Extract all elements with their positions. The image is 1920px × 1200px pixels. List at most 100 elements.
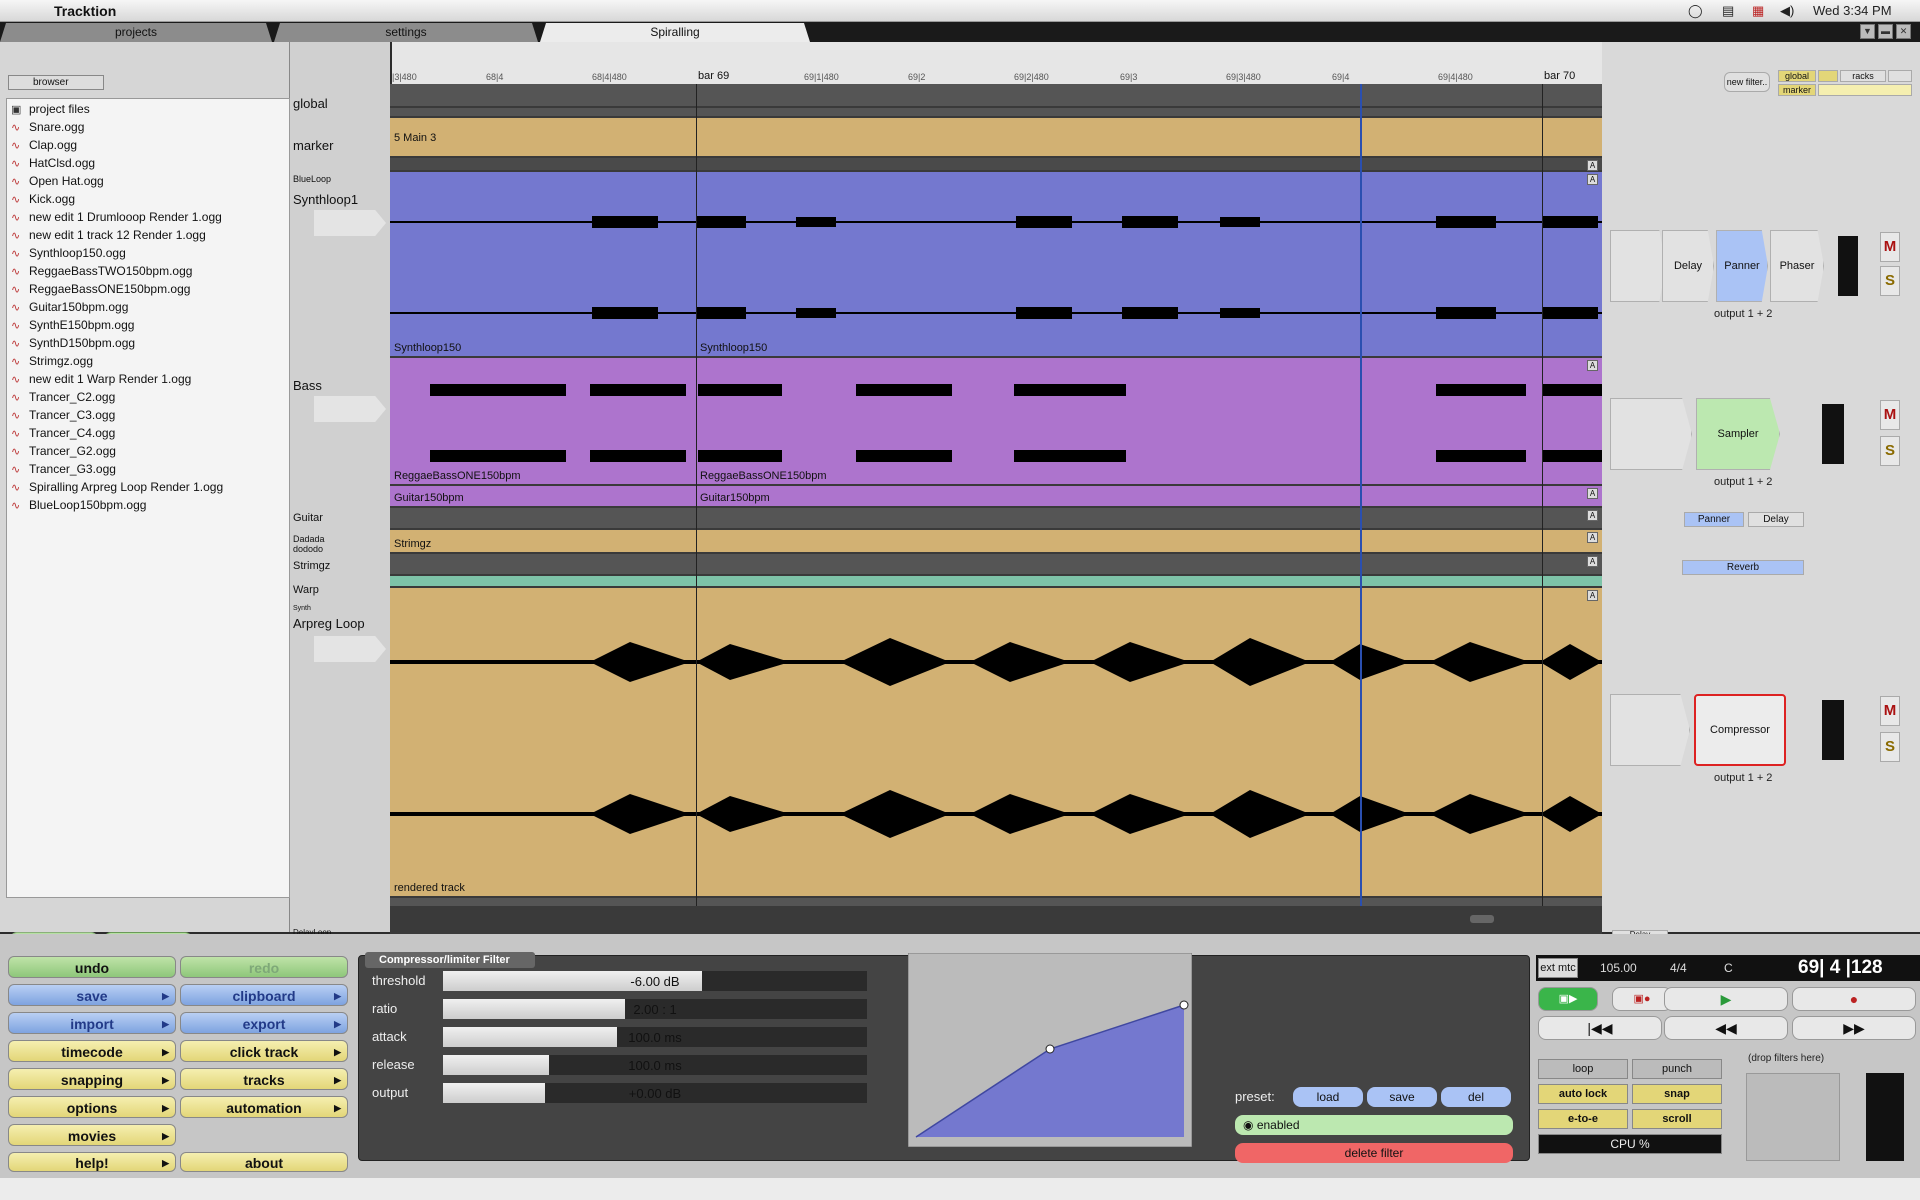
key-display[interactable]: C bbox=[1724, 961, 1733, 975]
preset-save-button[interactable]: save bbox=[1367, 1087, 1437, 1107]
minimize-icon[interactable]: ▬ bbox=[1878, 24, 1893, 39]
undo-button[interactable]: undo bbox=[8, 956, 176, 978]
automation-icon[interactable]: A bbox=[1587, 488, 1598, 499]
marker-rack[interactable] bbox=[1818, 84, 1912, 96]
track-input-arrow[interactable] bbox=[314, 636, 386, 662]
file-item[interactable]: ∿ Strimgz.ogg bbox=[11, 353, 93, 370]
plugin-phaser[interactable]: Phaser bbox=[1770, 230, 1824, 302]
movies-button[interactable]: movies ▶ bbox=[8, 1124, 176, 1146]
clock[interactable]: Wed 3:34 PM bbox=[1813, 3, 1892, 18]
lane-dadada[interactable]: A bbox=[390, 508, 1602, 528]
redo-button[interactable]: redo bbox=[180, 956, 348, 978]
playhead[interactable] bbox=[1360, 84, 1362, 906]
track-name-warp[interactable]: Warp bbox=[293, 584, 319, 596]
file-item[interactable]: ∿ Trancer_C2.ogg bbox=[11, 389, 115, 406]
snap-button[interactable]: snap bbox=[1632, 1084, 1722, 1104]
record-mode-icon[interactable]: ▣▶ bbox=[1538, 987, 1598, 1011]
file-item[interactable]: ∿ Open Hat.ogg bbox=[11, 173, 104, 190]
timecode-button[interactable]: timecode ▶ bbox=[8, 1040, 176, 1062]
mute-button[interactable]: M bbox=[1880, 400, 1900, 430]
lane-guitar[interactable]: A Guitar150bpm Guitar150bpm bbox=[390, 486, 1602, 506]
volume-icon[interactable]: ◀) bbox=[1780, 3, 1794, 19]
file-item[interactable]: ∿ new edit 1 Warp Render 1.ogg bbox=[11, 371, 191, 388]
preset-load-button[interactable]: load bbox=[1293, 1087, 1363, 1107]
lane-synthloop[interactable]: A Synthloop150 Synthloop150 bbox=[390, 172, 1602, 356]
options-button[interactable]: options ▶ bbox=[8, 1096, 176, 1118]
track-input-arrow[interactable] bbox=[314, 396, 386, 422]
timeline-ruler[interactable]: |3|480 68|4 68|4|480 bar 69 69|1|480 69|… bbox=[392, 42, 1602, 86]
automation-icon[interactable]: A bbox=[1587, 532, 1598, 543]
automation-icon[interactable]: A bbox=[1587, 160, 1598, 171]
marker-button[interactable]: marker bbox=[1778, 84, 1816, 96]
track-name-arpreg[interactable]: Arpreg Loop bbox=[293, 616, 365, 631]
param-slider[interactable]: 100.0 ms bbox=[443, 1027, 867, 1047]
file-item[interactable]: ∿ Trancer_C3.ogg bbox=[11, 407, 115, 424]
file-item[interactable]: ∿ BlueLoop150bpm.ogg bbox=[11, 497, 146, 514]
track-name-marker[interactable]: marker bbox=[293, 138, 333, 153]
lane-delayloop[interactable] bbox=[390, 898, 1602, 906]
file-list[interactable]: ▣ project files ∿ Snare.ogg ∿ Clap.ogg ∿ HatCl… bbox=[6, 98, 290, 898]
delete-filter-button[interactable]: delete filter bbox=[1235, 1143, 1513, 1163]
automation-icon[interactable]: A bbox=[1587, 556, 1598, 567]
auto-lock-button[interactable]: auto lock bbox=[1538, 1084, 1628, 1104]
volume-pan-plugin[interactable] bbox=[1610, 398, 1692, 470]
scroll-thumb[interactable] bbox=[1470, 915, 1494, 923]
fast-forward-icon[interactable]: ▶▶ bbox=[1792, 1016, 1916, 1040]
mute-button[interactable]: M bbox=[1880, 696, 1900, 726]
plugin-panner[interactable]: Panner bbox=[1716, 230, 1768, 302]
lane-global[interactable] bbox=[390, 84, 1602, 106]
output-handle[interactable] bbox=[1179, 1000, 1189, 1010]
play-icon[interactable]: ▶ bbox=[1664, 987, 1788, 1011]
arrangement-lanes[interactable]: 5 Main 3 A A Synthloop150 Synthloop150 A… bbox=[390, 84, 1602, 934]
new-filter-button[interactable]: new filter.. bbox=[1724, 72, 1770, 92]
display-icon[interactable]: ▤ bbox=[1722, 3, 1734, 19]
output-label[interactable]: output 1 + 2 bbox=[1714, 772, 1772, 784]
file-item[interactable]: ∿ Spiralling Arpreg Loop Render 1.ogg bbox=[11, 479, 223, 496]
tempo-display[interactable]: 105.00 bbox=[1600, 961, 1637, 975]
rewind-to-start-icon[interactable]: |◀◀ bbox=[1538, 1016, 1662, 1040]
file-item[interactable]: ∿ new edit 1 Drumlooop Render 1.ogg bbox=[11, 209, 222, 226]
file-item[interactable]: ∿ Snare.ogg bbox=[11, 119, 84, 136]
lane-bass[interactable]: A ReggaeBassONE150bpm ReggaeBassONE150bp… bbox=[390, 358, 1602, 484]
clipboard-button[interactable]: clipboard ▶ bbox=[180, 984, 348, 1006]
solo-button[interactable]: S bbox=[1880, 732, 1900, 762]
folder-item[interactable]: ▣ project files bbox=[11, 101, 90, 118]
threshold-handle[interactable] bbox=[1045, 1044, 1055, 1054]
e-to-e-button[interactable]: e-to-e bbox=[1538, 1109, 1628, 1129]
file-item[interactable]: ∿ Guitar150bpm.ogg bbox=[11, 299, 128, 316]
file-item[interactable]: ∿ Synthloop150.ogg bbox=[11, 245, 126, 262]
plugin-reverb-small[interactable]: Reverb bbox=[1682, 560, 1804, 575]
param-slider[interactable]: 100.0 ms bbox=[443, 1055, 867, 1075]
volume-pan-plugin[interactable] bbox=[1610, 694, 1690, 766]
automation-button[interactable]: automation ▶ bbox=[180, 1096, 348, 1118]
rewind-icon[interactable]: ◀◀ bbox=[1664, 1016, 1788, 1040]
tracks-button[interactable]: tracks ▶ bbox=[180, 1068, 348, 1090]
flag-icon[interactable]: ▦ bbox=[1752, 3, 1764, 19]
filter-lock-icon[interactable] bbox=[369, 956, 379, 966]
lane-warp[interactable]: A bbox=[390, 554, 1602, 574]
dropdown-icon[interactable]: ▼ bbox=[1860, 24, 1875, 39]
click-track-button[interactable]: click track ▶ bbox=[180, 1040, 348, 1062]
loop-button[interactable]: loop bbox=[1538, 1059, 1628, 1079]
browser-select[interactable]: browser bbox=[8, 75, 104, 90]
solo-button[interactable]: S bbox=[1880, 436, 1900, 466]
track-name-global[interactable]: global bbox=[293, 96, 328, 111]
lane-synth[interactable] bbox=[390, 576, 1602, 586]
about-button[interactable]: about bbox=[180, 1152, 348, 1172]
solo-button[interactable]: S bbox=[1880, 266, 1900, 296]
track-input-arrow[interactable] bbox=[314, 210, 386, 236]
file-item[interactable]: ∿ ReggaeBassONE150bpm.ogg bbox=[11, 281, 190, 298]
param-slider[interactable]: +0.00 dB bbox=[443, 1083, 867, 1103]
close-icon[interactable]: ✕ bbox=[1896, 24, 1911, 39]
ext-mtc-button[interactable]: ext mtc bbox=[1538, 958, 1578, 978]
tab-spiralling[interactable]: Spiralling bbox=[540, 23, 810, 42]
position-display[interactable]: 69| 4 |128 bbox=[1798, 957, 1883, 979]
file-item[interactable]: ∿ ReggaeBassTWO150bpm.ogg bbox=[11, 263, 192, 280]
volume-pan-plugin[interactable] bbox=[1610, 230, 1666, 302]
param-slider[interactable]: -6.00 dB bbox=[443, 971, 867, 991]
horizontal-scrollbar[interactable] bbox=[390, 914, 1602, 924]
export-button[interactable]: export ▶ bbox=[180, 1012, 348, 1034]
lane-arpreg[interactable]: A rendered track bbox=[390, 588, 1602, 896]
lane-blueloop[interactable]: A bbox=[390, 158, 1602, 171]
punch-button[interactable]: punch bbox=[1632, 1059, 1722, 1079]
